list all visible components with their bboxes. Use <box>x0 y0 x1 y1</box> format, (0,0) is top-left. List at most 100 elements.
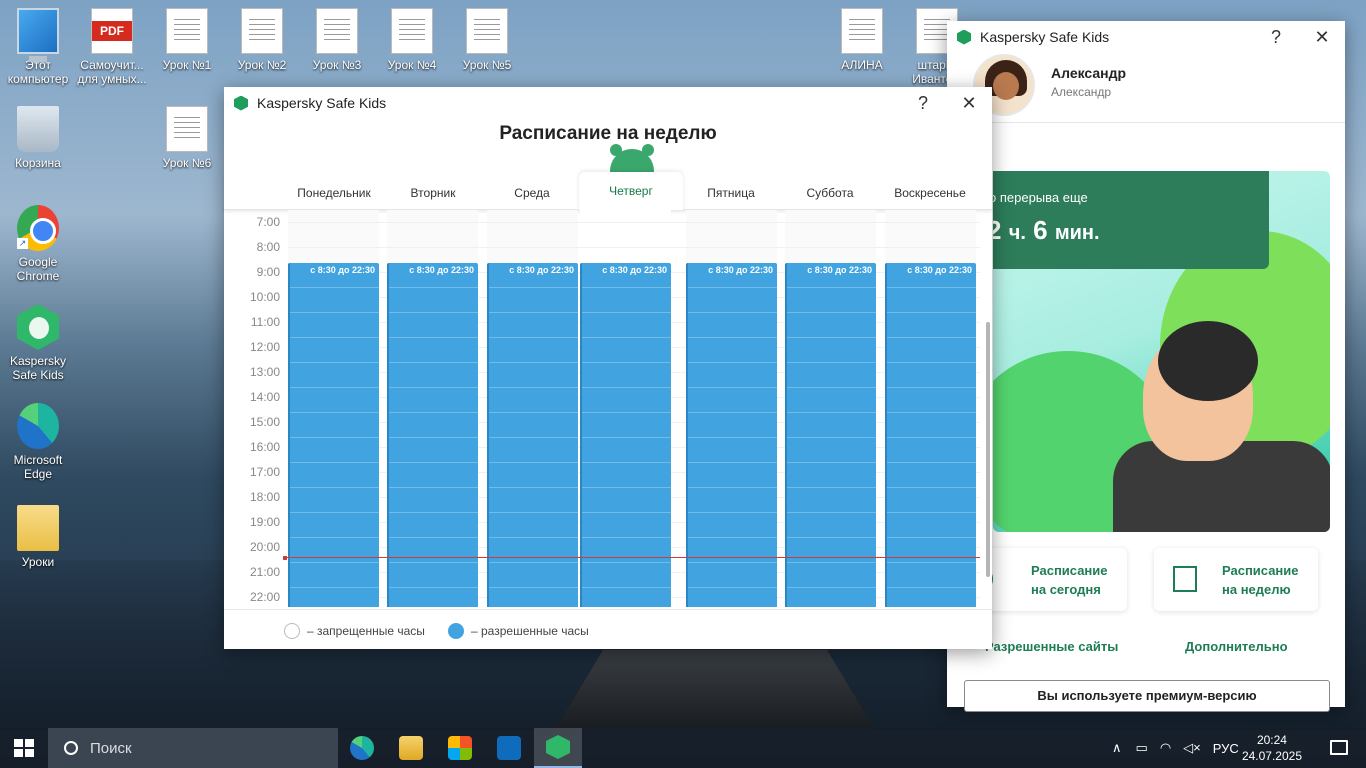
allowed-time-bar[interactable]: с 8:30 до 22:30 <box>580 262 671 607</box>
calendar-icon <box>1173 566 1197 592</box>
tab-day[interactable]: Пятница <box>683 174 779 210</box>
schedule-today-card[interactable]: Расписание на сегодня <box>969 548 1127 611</box>
desktop-icon-alina[interactable]: АЛИНА <box>824 8 900 72</box>
desktop-icon-label: Урок №6 <box>162 156 212 170</box>
kaspersky-logo-icon <box>234 95 248 111</box>
desktop-icon-label: Microsoft Edge <box>13 453 63 481</box>
clock[interactable]: 20:24 24.07.2025 <box>1242 732 1302 764</box>
child-profile[interactable]: Александр Александр <box>947 53 1345 123</box>
help-button[interactable]: ? <box>900 87 946 119</box>
edge-icon <box>17 403 59 449</box>
current-time-marker <box>283 555 287 560</box>
start-windows-icon[interactable] <box>14 739 34 757</box>
desktop-icon-label: Уроки <box>21 555 55 569</box>
document-icon <box>166 8 208 54</box>
allowed-time-bar[interactable]: с 8:30 до 22:30 <box>487 262 578 607</box>
desktop-icon-pdf-book[interactable]: PDF Самоучит... для умных... <box>74 8 150 86</box>
main-window-titlebar: Kaspersky Safe Kids ? ✕ <box>947 21 1345 53</box>
close-button[interactable]: ✕ <box>946 87 992 119</box>
language-indicator[interactable]: РУС <box>1213 741 1239 756</box>
allowed-time-bar[interactable]: с 8:30 до 22:30 <box>387 262 478 607</box>
tab-day[interactable]: Понедельник <box>286 174 382 210</box>
taskbar-explorer[interactable] <box>387 728 435 768</box>
taskbar-kaspersky[interactable] <box>534 728 582 768</box>
taskbar: Поиск ∧ ▭ ◠ ◁× РУС 20:24 24.07.2025 <box>0 728 1366 768</box>
hour-label: 12:00 <box>249 340 280 354</box>
network-icon[interactable]: ◠ <box>1160 740 1171 756</box>
document-icon <box>391 8 433 54</box>
allowed-sites-link[interactable]: Разрешенные сайты <box>985 639 1118 654</box>
hour-label: 15:00 <box>249 415 280 429</box>
kaspersky-safe-kids-icon <box>17 304 59 350</box>
allowed-time-bar[interactable]: с 8:30 до 22:30 <box>288 262 379 607</box>
shortcut-arrow-icon: ↗ <box>17 238 28 249</box>
volume-mute-icon[interactable]: ◁× <box>1183 740 1201 756</box>
day-tabs: Понедельник Вторник Среда Четверг Пятница Суб… <box>224 172 992 210</box>
tab-day[interactable]: Суббота <box>782 174 878 210</box>
store-icon <box>448 736 472 760</box>
desktop-icon-label: Урок №4 <box>387 58 437 72</box>
hour-gridline <box>288 247 980 248</box>
desktop-icon-edge[interactable]: Microsoft Edge <box>0 403 76 481</box>
desktop-icon-lesson-1[interactable]: Урок №1 <box>149 8 225 72</box>
tab-day[interactable]: Среда <box>484 174 580 210</box>
hour-label: 7:00 <box>256 215 280 229</box>
page-title: Расписание на неделю <box>499 123 717 144</box>
allowed-time-bar[interactable]: с 8:30 до 22:30 <box>885 262 976 607</box>
break-timer: о перерыва еще 2 ч. 6 мин. <box>987 171 1269 269</box>
tab-day[interactable]: Вторник <box>385 174 481 210</box>
bar-time-label: с 8:30 до 22:30 <box>807 264 872 275</box>
card-label: Расписание на неделю <box>1222 561 1299 599</box>
notifications-icon[interactable] <box>1330 740 1348 755</box>
schedule-grid[interactable]: 7:00 8:00 9:00 10:00 11:00 12:00 13:00 14:00 15:… <box>224 210 992 607</box>
schedule-week-card[interactable]: Расписание на неделю <box>1154 548 1318 611</box>
hour-label: 20:00 <box>249 540 280 554</box>
tab-day[interactable]: Четверг <box>579 172 683 210</box>
allowed-time-bar[interactable]: с 8:30 до 22:30 <box>785 262 876 607</box>
desktop-icon-chrome[interactable]: ↗ Google Chrome <box>0 205 76 283</box>
taskbar-outlook[interactable] <box>485 728 533 768</box>
desktop-icon-kaspersky[interactable]: Kaspersky Safe Kids <box>0 304 76 382</box>
current-time-line <box>284 557 980 558</box>
help-button[interactable]: ? <box>1253 21 1299 53</box>
schedule-window-titlebar: Kaspersky Safe Kids ? ✕ <box>224 87 992 119</box>
desktop-icon-lesson-4[interactable]: Урок №4 <box>374 8 450 72</box>
pdf-icon-label: PDF <box>92 21 132 41</box>
chevron-up-icon[interactable]: ∧ <box>1112 740 1122 756</box>
scrollbar[interactable] <box>986 322 990 577</box>
timer-value: 2 ч. 6 мин. <box>987 215 1269 246</box>
hour-gridline <box>288 222 980 223</box>
chrome-icon: ↗ <box>17 205 59 251</box>
main-window: Kaspersky Safe Kids ? ✕ Александр Алекса… <box>947 21 1345 712</box>
more-link[interactable]: Дополнительно <box>1185 639 1288 654</box>
desktop-icon-lesson-3[interactable]: Урок №3 <box>299 8 375 72</box>
taskbar-edge[interactable] <box>338 728 386 768</box>
taskbar-store[interactable] <box>436 728 484 768</box>
taskbar-search[interactable]: Поиск <box>48 728 338 768</box>
hour-label: 17:00 <box>249 465 280 479</box>
desktop-icon-recycle-bin[interactable]: Корзина <box>0 106 76 170</box>
bar-time-label: с 8:30 до 22:30 <box>509 264 574 275</box>
file-explorer-icon <box>399 736 423 760</box>
tab-day[interactable]: Воскресенье <box>882 174 978 210</box>
document-icon <box>466 8 508 54</box>
kaspersky-icon <box>546 735 570 759</box>
pdf-file-icon: PDF <box>91 8 133 54</box>
profile-account: Александр <box>1051 85 1112 99</box>
desktop-icon-lessons-folder[interactable]: Уроки <box>0 505 76 569</box>
close-button[interactable]: ✕ <box>1299 21 1345 53</box>
hour-label: 21:00 <box>249 565 280 579</box>
desktop-icon-label: Google Chrome <box>16 255 60 283</box>
premium-button[interactable]: Вы используете премиум-версию <box>964 680 1330 712</box>
document-icon <box>241 8 283 54</box>
card-label-line2: на сегодня <box>1031 582 1101 597</box>
allowed-time-bar[interactable]: с 8:30 до 22:30 <box>686 262 777 607</box>
desktop-icon-lesson-2[interactable]: Урок №2 <box>224 8 300 72</box>
hour-label: 9:00 <box>256 265 280 279</box>
desktop-icon-lesson-5[interactable]: Урок №5 <box>449 8 525 72</box>
schedule-window: Kaspersky Safe Kids ? ✕ Расписание на не… <box>224 87 992 649</box>
desktop-icon-lesson-6[interactable]: Урок №6 <box>149 106 225 170</box>
clock-date: 24.07.2025 <box>1241 749 1302 763</box>
battery-icon[interactable]: ▭ <box>1136 740 1148 756</box>
desktop-icon-this-pc[interactable]: Этот компьютер <box>0 8 76 86</box>
